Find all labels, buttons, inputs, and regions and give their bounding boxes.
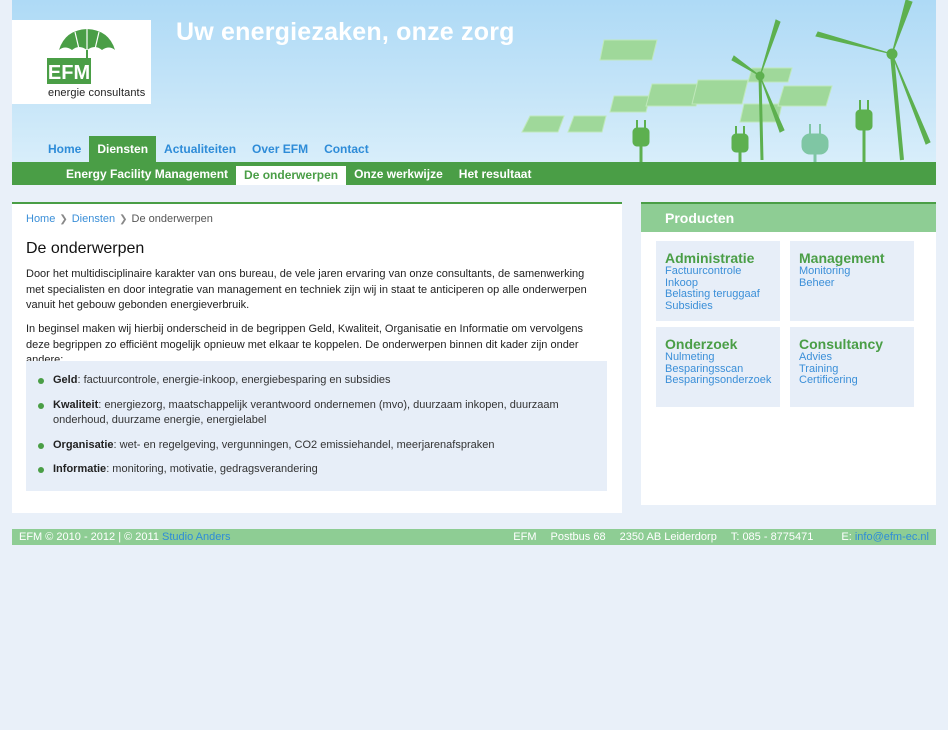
nav-contact[interactable]: Contact (316, 136, 377, 162)
bullet-icon (38, 467, 44, 473)
logo[interactable]: EFM energie consultants (12, 20, 151, 104)
list-item: Kwaliteit: energiezorg, maatschappelijk … (38, 398, 598, 429)
product-group-consultancy: Consultancy Advies Training Certificerin… (790, 327, 914, 407)
footer-phone: T: 085 - 8775471 (730, 531, 814, 543)
footer-contact: EFM Postbus 68 2350 AB Leiderdorp T: 085… (499, 529, 929, 545)
product-group-management: Management Monitoring Beheer (790, 241, 914, 321)
products-sidebar: Producten Administratie Factuurcontrole … (641, 202, 936, 505)
intro-paragraph: Door het multidisciplinaire karakter van… (26, 268, 587, 311)
link-nulmeting[interactable]: Nulmeting (665, 351, 780, 364)
product-group-administratie: Administratie Factuurcontrole Inkoop Bel… (656, 241, 780, 321)
subnav-de-onderwerpen[interactable]: De onderwerpen (236, 166, 347, 185)
subnav-het-resultaat[interactable]: Het resultaat (451, 162, 540, 185)
solar-panel-icon (521, 39, 833, 133)
power-plug-icon (801, 124, 829, 162)
umbrella-logo-icon: EFM (47, 29, 115, 84)
footer-address1: Postbus 68 (550, 531, 606, 543)
svg-text:EFM: EFM (48, 62, 90, 84)
group-title: Management (799, 250, 885, 266)
page-title: De onderwerpen (26, 240, 145, 257)
product-group-onderzoek: Onderzoek Nulmeting Besparingsscan Bespa… (656, 327, 780, 407)
power-plug-icon (632, 120, 650, 162)
studio-anders-link[interactable]: Studio Anders (162, 531, 231, 543)
chevron-right-icon: ❯ (119, 214, 128, 225)
power-plug-icon (855, 100, 873, 162)
bullet-icon (38, 442, 44, 449)
energy-illustration (521, 0, 931, 162)
group-title: Consultancy (799, 336, 884, 352)
breadcrumb-current: De onderwerpen (131, 213, 213, 225)
group-title: Administratie (665, 250, 755, 266)
breadcrumb-diensten[interactable]: Diensten (72, 213, 115, 225)
logo-subtitle: energie consultants (48, 87, 146, 99)
subnav-onze-werkwijze[interactable]: Onze werkwijze (346, 162, 451, 185)
link-monitoring[interactable]: Monitoring (799, 265, 914, 278)
bullet-icon (38, 402, 44, 409)
power-plug-icon (731, 126, 749, 162)
subnav-energy-facility-management[interactable]: Energy Facility Management (58, 162, 236, 185)
site-footer: EFM © 2010 - 2012 | © 2011 Studio Anders… (12, 529, 936, 545)
footer-address2: 2350 AB Leiderdorp (619, 531, 717, 543)
group-title: Onderzoek (665, 336, 738, 352)
footer-email: E: info@efm-ec.nl (841, 531, 929, 543)
sidebar-title: Producten (641, 202, 936, 232)
link-subsidies[interactable]: Subsidies (665, 300, 780, 313)
list-item: Geld: factuurcontrole, energie-inkoop, e… (38, 373, 598, 389)
bullet-icon (38, 378, 44, 384)
nav-diensten[interactable]: Diensten (89, 136, 157, 162)
link-besparingsonderzoek[interactable]: Besparingsonderzoek (665, 374, 780, 387)
link-beheer[interactable]: Beheer (799, 277, 914, 290)
breadcrumb: Home ❯ Diensten ❯ De onderwerpen (26, 213, 213, 225)
nav-actualiteiten[interactable]: Actualiteiten (156, 136, 244, 162)
list-item: Informatie: monitoring, motivatie, gedra… (38, 462, 598, 478)
link-factuurcontrole[interactable]: Factuurcontrole (665, 265, 780, 278)
main-navigation: Home Diensten Actualiteiten Over EFM Con… (40, 136, 377, 162)
sub-navigation: Energy Facility Management De onderwerpe… (12, 162, 936, 185)
link-advies[interactable]: Advies (799, 351, 914, 364)
footer-company: EFM (513, 531, 537, 543)
footer-copyright: EFM © 2010 - 2012 | © 2011 Studio Anders (19, 531, 231, 543)
link-belasting-teruggaaf[interactable]: Belasting teruggaaf (665, 288, 780, 301)
chevron-right-icon: ❯ (59, 214, 68, 225)
wind-turbine-icon (815, 0, 931, 161)
link-certificering[interactable]: Certificering (799, 374, 914, 387)
nav-over-efm[interactable]: Over EFM (244, 136, 316, 162)
site-header: EFM energie consultants Uw energiezaken,… (12, 0, 936, 162)
nav-home[interactable]: Home (40, 136, 89, 162)
tagline: Uw energiezaken, onze zorg (176, 18, 515, 46)
email-link[interactable]: info@efm-ec.nl (855, 531, 929, 543)
main-content: Home ❯ Diensten ❯ De onderwerpen De onderwer… (12, 202, 622, 513)
topics-panel: Geld: factuurcontrole, energie-inkoop, e… (26, 361, 607, 491)
list-item: Organisatie: wet- en regelgeving, vergun… (38, 438, 598, 454)
breadcrumb-home[interactable]: Home (26, 213, 55, 225)
